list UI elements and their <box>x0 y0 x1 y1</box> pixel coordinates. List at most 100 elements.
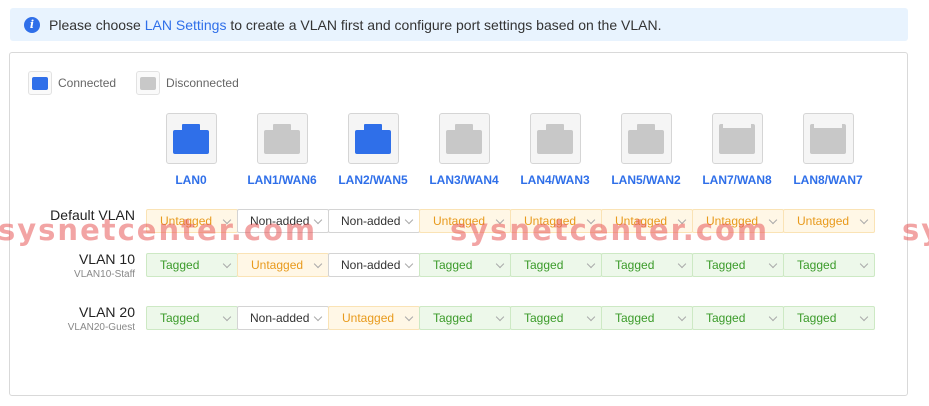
vlan-description: VLAN20-Guest <box>67 322 135 333</box>
select-value: Tagged <box>160 311 200 325</box>
port-list: LAN0 LAN1/WAN6 LAN2/WAN5 LAN3/WAN4 LAN4/WAN3… <box>10 113 907 193</box>
disconnected-port-icon <box>136 71 161 95</box>
select-value: Untagged <box>615 214 668 228</box>
vlan-port-select[interactable]: Tagged <box>783 306 875 330</box>
chevron-down-icon <box>404 312 414 322</box>
vlan-port-select[interactable]: Untagged <box>601 209 693 233</box>
connected-port-icon[interactable] <box>347 113 399 164</box>
vlan-port-select[interactable]: Tagged <box>419 253 511 277</box>
vlan-port-select[interactable]: Untagged <box>419 209 511 233</box>
vlan-port-select[interactable]: Tagged <box>146 306 238 330</box>
port-1[interactable]: LAN1/WAN6 <box>237 113 327 187</box>
port-0[interactable]: LAN0 <box>146 113 236 187</box>
disconnected-port-icon[interactable] <box>438 113 490 164</box>
port-label: LAN8/WAN7 <box>793 173 863 187</box>
vlan-title: VLAN 20 <box>78 304 135 320</box>
vlan-name: VLAN 20 VLAN20-Guest <box>68 304 135 333</box>
vlan-port-select[interactable]: Tagged <box>146 253 238 277</box>
legend: Connected Disconnected <box>28 71 259 95</box>
disconnected-port-icon[interactable] <box>256 113 308 164</box>
chevron-down-icon <box>677 312 687 322</box>
vlan-port-select[interactable]: Non-added <box>237 306 329 330</box>
port-5[interactable]: LAN5/WAN2 <box>601 113 691 187</box>
info-banner: i Please choose LAN Settings to create a… <box>10 8 908 41</box>
info-text-prefix: Please choose <box>49 16 145 33</box>
chevron-down-icon <box>677 215 687 225</box>
legend-connected: Connected <box>28 71 116 95</box>
select-value: Tagged <box>706 258 746 272</box>
chevron-down-icon <box>313 259 323 269</box>
chevron-down-icon <box>404 259 414 269</box>
select-value: Untagged <box>251 258 304 272</box>
vlan-port-select[interactable]: Non-added <box>237 209 329 233</box>
chevron-down-icon <box>495 312 505 322</box>
vlan-port-select[interactable]: Non-added <box>328 253 420 277</box>
disconnected-port-icon[interactable] <box>529 113 581 164</box>
vlan-port-select[interactable]: Tagged <box>510 306 602 330</box>
lan-settings-link[interactable]: LAN Settings <box>145 17 227 33</box>
disconnected-port-icon[interactable] <box>620 113 672 164</box>
vlan-port-select[interactable]: Untagged <box>146 209 238 233</box>
port-label: LAN3/WAN4 <box>429 173 499 187</box>
port-label: LAN1/WAN6 <box>247 173 317 187</box>
chevron-down-icon <box>859 259 869 269</box>
port-3[interactable]: LAN3/WAN4 <box>419 113 509 187</box>
chevron-down-icon <box>495 259 505 269</box>
connected-port-icon[interactable] <box>165 113 217 164</box>
vlan-description: VLAN10-Staff <box>74 269 135 280</box>
select-value: Tagged <box>524 311 564 325</box>
port-vlan-panel: Connected Disconnected LAN0 LAN1/WAN6 LAN2… <box>9 52 908 396</box>
select-value: Non-added <box>250 214 310 228</box>
select-value: Non-added <box>341 258 401 272</box>
port-2[interactable]: LAN2/WAN5 <box>328 113 418 187</box>
vlan-port-select[interactable]: Tagged <box>692 253 784 277</box>
vlan-port-select[interactable]: Non-added <box>328 209 420 233</box>
select-value: Untagged <box>706 214 759 228</box>
vlan-port-select[interactable]: Tagged <box>783 253 875 277</box>
vlan-port-select[interactable]: Tagged <box>419 306 511 330</box>
vlan-port-select[interactable]: Tagged <box>692 306 784 330</box>
vlan-port-select[interactable]: Untagged <box>328 306 420 330</box>
chevron-down-icon <box>222 215 232 225</box>
disconnected-port-icon[interactable] <box>711 113 763 164</box>
select-value: Untagged <box>342 311 395 325</box>
select-value: Tagged <box>433 258 473 272</box>
vlan-title: Default VLAN <box>50 207 135 223</box>
vlan-port-select[interactable]: Tagged <box>601 253 693 277</box>
port-7[interactable]: LAN8/WAN7 <box>783 113 873 187</box>
connected-port-icon <box>28 71 52 95</box>
vlan-port-select[interactable]: Untagged <box>692 209 784 233</box>
vlan-port-select[interactable]: Untagged <box>783 209 875 233</box>
select-value: Non-added <box>341 214 401 228</box>
chevron-down-icon <box>222 259 232 269</box>
chevron-down-icon <box>313 215 323 225</box>
select-value: Untagged <box>524 214 577 228</box>
port-label: LAN5/WAN2 <box>611 173 681 187</box>
port-label: LAN0 <box>175 173 207 187</box>
chevron-down-icon <box>404 215 414 225</box>
select-value: Non-added <box>250 311 310 325</box>
legend-connected-label: Connected <box>58 76 117 90</box>
port-6[interactable]: LAN7/WAN8 <box>692 113 782 187</box>
chevron-down-icon <box>768 259 778 269</box>
select-value: Untagged <box>797 214 850 228</box>
chevron-down-icon <box>586 215 596 225</box>
port-label: LAN4/WAN3 <box>520 173 590 187</box>
select-value: Tagged <box>524 258 564 272</box>
disconnected-port-icon[interactable] <box>802 113 854 164</box>
chevron-down-icon <box>859 215 869 225</box>
select-value: Tagged <box>433 311 473 325</box>
chevron-down-icon <box>859 312 869 322</box>
legend-disconnected: Disconnected <box>136 71 239 95</box>
vlan-title: VLAN 10 <box>78 251 135 267</box>
vlan-port-select[interactable]: Tagged <box>601 306 693 330</box>
vlan-port-select[interactable]: Untagged <box>237 253 329 277</box>
info-icon: i <box>24 16 40 33</box>
vlan-port-select[interactable]: Tagged <box>510 253 602 277</box>
info-text-suffix: to create a VLAN first and configure por… <box>226 16 662 33</box>
port-4[interactable]: LAN4/WAN3 <box>510 113 600 187</box>
chevron-down-icon <box>768 312 778 322</box>
select-value: Untagged <box>433 214 486 228</box>
vlan-port-select[interactable]: Untagged <box>510 209 602 233</box>
chevron-down-icon <box>768 215 778 225</box>
